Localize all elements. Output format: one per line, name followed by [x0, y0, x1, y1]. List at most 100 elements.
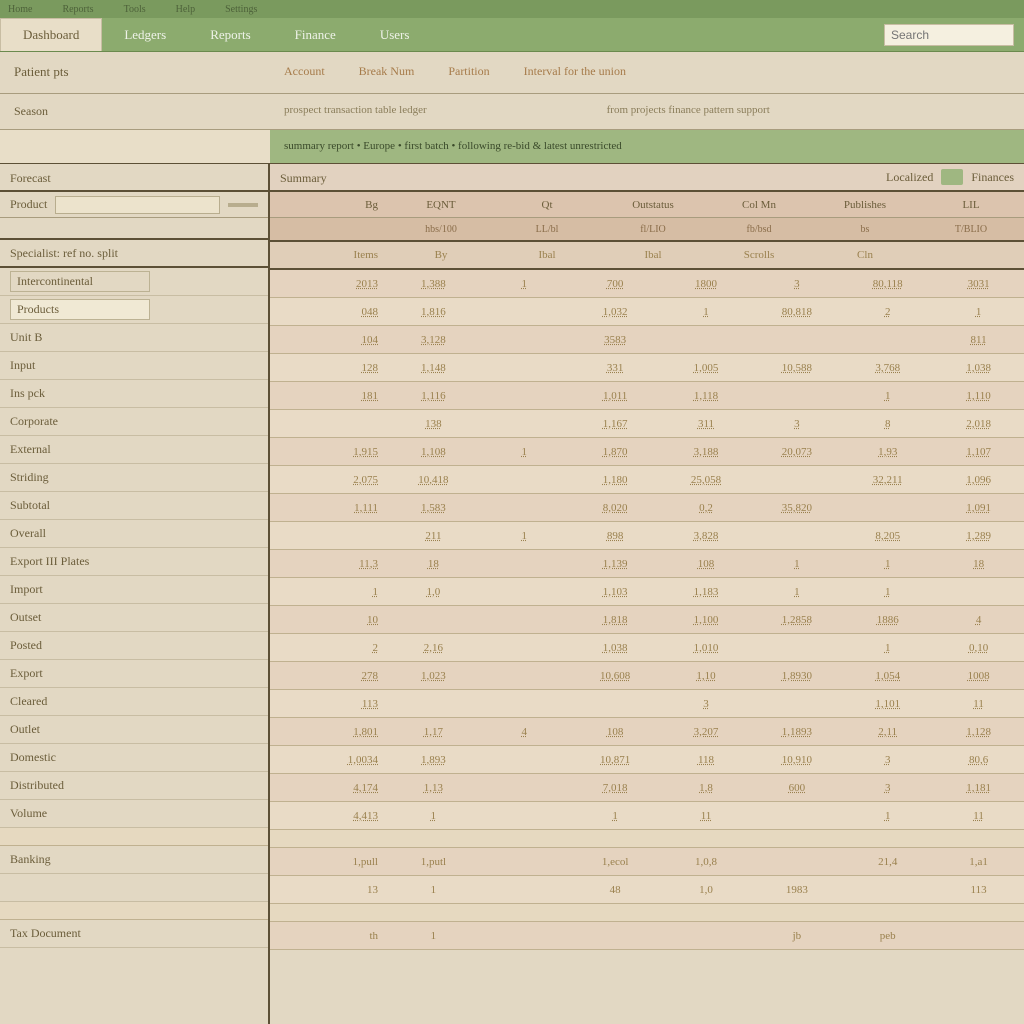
sidebar-section: Specialist: ref no. split: [0, 240, 268, 268]
table-header-right-a: Localized: [886, 170, 933, 185]
sidebar: Forecast Product Specialist: ref no. spl…: [0, 164, 270, 1024]
table-header-right-b: Finances: [971, 170, 1014, 185]
table-row: 1,8011,1741083,2071,18932,111,128: [270, 718, 1024, 746]
sidebar-item[interactable]: Corporate: [0, 408, 268, 436]
sidebar-item[interactable]: Outlet: [0, 716, 268, 744]
table-row: 1381,167311382,018: [270, 410, 1024, 438]
filter-hint-left: prospect transaction table ledger: [284, 104, 427, 119]
table-row: 11,3181,1391081118: [270, 550, 1024, 578]
banner-text: summary report • Europe • first batch • …: [270, 130, 1024, 163]
table-row: 4,1741,137,0181,860031,181: [270, 774, 1024, 802]
filter-hints: prospect transaction table ledger from p…: [270, 94, 1024, 129]
sidebar-item[interactable]: Import: [0, 576, 268, 604]
sidebar-item[interactable]: Export III Plates: [0, 548, 268, 576]
subhead-link[interactable]: Break Num: [359, 64, 415, 81]
col-h[interactable]: Bg: [270, 192, 388, 217]
sidebar-filter: Product: [0, 192, 268, 218]
top-menu-item[interactable]: Reports: [62, 4, 93, 15]
table-row: 2,07510,4181,18025,05832,2111,096: [270, 466, 1024, 494]
table-sub-header: hbs/100 LL/bl fl/LIO fb/bsd bs T/BLIO: [270, 218, 1024, 242]
sidebar-filter-bar-icon: [228, 203, 258, 207]
sub-header: Patient pts Account Break Num Partition …: [0, 52, 1024, 94]
main-area: Forecast Product Specialist: ref no. spl…: [0, 164, 1024, 1024]
col-h[interactable]: Qt: [494, 192, 600, 217]
nav-tab-reports[interactable]: Reports: [188, 18, 272, 51]
table-row: 20131,38817001800380,1183031: [270, 270, 1024, 298]
top-menu-item[interactable]: Tools: [124, 4, 146, 15]
col-sh: LL/bl: [494, 218, 600, 240]
sidebar-item[interactable]: Products: [0, 296, 268, 324]
nav-tab-dashboard[interactable]: Dashboard: [0, 18, 102, 51]
table-row: th 1 jb peb: [270, 922, 1024, 950]
sidebar-item[interactable]: External: [0, 436, 268, 464]
sidebar-item[interactable]: Distributed: [0, 772, 268, 800]
sidebar-item[interactable]: Input: [0, 352, 268, 380]
sidebar-item[interactable]: Volume: [0, 800, 268, 828]
main-nav: Dashboard Ledgers Reports Finance Users: [0, 18, 1024, 52]
sidebar-item[interactable]: Tax Document: [0, 920, 268, 948]
sidebar-item[interactable]: Outset: [0, 604, 268, 632]
table-row: 1281,1483311,00510,5883,7681,038: [270, 354, 1024, 382]
search-input[interactable]: [884, 24, 1014, 46]
col-sh: bs: [812, 218, 918, 240]
col-sh: T/BLIO: [918, 218, 1024, 240]
col-h[interactable]: EQNT: [388, 192, 494, 217]
table-row: 2781,02310,6081,101,89301,0541008: [270, 662, 1024, 690]
table-row: 131481,01983113: [270, 876, 1024, 904]
sidebar-item[interactable]: Domestic: [0, 744, 268, 772]
nav-tab-finance[interactable]: Finance: [273, 18, 358, 51]
table-row: 1811,1161,0111,11811,110: [270, 382, 1024, 410]
table-row: 1,9151,10811,8703,18820,0731,931,107: [270, 438, 1024, 466]
sidebar-item[interactable]: [0, 874, 268, 902]
sidebar-item[interactable]: Subtotal: [0, 492, 268, 520]
table-row: Items By Ibal Ibal Scrolls Cln: [270, 242, 1024, 270]
sidebar-item[interactable]: Banking: [0, 846, 268, 874]
banner-row: summary report • Europe • first batch • …: [0, 130, 1024, 164]
sidebar-header: Forecast: [0, 164, 268, 192]
table-row: 0481,8161,032180,81821: [270, 298, 1024, 326]
col-sh: fb/bsd: [706, 218, 812, 240]
table-row: 22,161,0381,01010,10: [270, 634, 1024, 662]
sidebar-item[interactable]: Striding: [0, 464, 268, 492]
table-row: 4,4131111111: [270, 802, 1024, 830]
sidebar-filter-label: Product: [10, 197, 47, 212]
table-row: 1,00341,89310,87111810,910380,6: [270, 746, 1024, 774]
top-menu-item[interactable]: Home: [8, 4, 32, 15]
table-title: Summary: [270, 164, 388, 190]
nav-tab-users[interactable]: Users: [358, 18, 432, 51]
nav-search-container: [874, 18, 1024, 51]
sidebar-item[interactable]: Posted: [0, 632, 268, 660]
col-h[interactable]: Outstatus: [600, 192, 706, 217]
sidebar-item[interactable]: Intercontinental: [0, 268, 268, 296]
table-row: 1,pull1,putl1,ecol1,0,821,41,a1: [270, 848, 1024, 876]
top-menu-bar: Home Reports Tools Help Settings: [0, 0, 1024, 18]
col-h[interactable]: LIL: [918, 192, 1024, 217]
sidebar-item[interactable]: Overall: [0, 520, 268, 548]
col-h[interactable]: Col Mn: [706, 192, 812, 217]
table-header: Summary Localized Finances: [270, 164, 1024, 192]
table-row: 1,1111,5838,0200,235,8201,091: [270, 494, 1024, 522]
sidebar-item[interactable]: Export: [0, 660, 268, 688]
top-menu-item[interactable]: Help: [176, 4, 195, 15]
subhead-links: Account Break Num Partition Interval for…: [270, 52, 1024, 93]
filter-hint-right: from projects finance pattern support: [607, 104, 770, 119]
sidebar-item[interactable]: Cleared: [0, 688, 268, 716]
subhead-link[interactable]: Account: [284, 64, 325, 81]
top-menu-item[interactable]: Settings: [225, 4, 257, 15]
nav-tab-ledgers[interactable]: Ledgers: [102, 18, 188, 51]
table-row: 21118983,8288,2051,289: [270, 522, 1024, 550]
subhead-link[interactable]: Interval for the union: [524, 64, 626, 81]
col-sh: fl/LIO: [600, 218, 706, 240]
subhead-link[interactable]: Partition: [448, 64, 489, 81]
sidebar-filter-input[interactable]: [55, 196, 220, 214]
filter-label: Season: [0, 94, 270, 129]
col-h[interactable]: Publishes: [812, 192, 918, 217]
table-row: 11331,10111: [270, 690, 1024, 718]
table-row: 101,8181,1001,285818864: [270, 606, 1024, 634]
sidebar-item[interactable]: Unit B: [0, 324, 268, 352]
table-col-header: Bg EQNT Qt Outstatus Col Mn Publishes LI…: [270, 192, 1024, 218]
sidebar-item[interactable]: Ins pck: [0, 380, 268, 408]
sidebar-header-title: Forecast: [0, 164, 61, 190]
status-badge-icon: [941, 169, 963, 185]
content-area: Summary Localized Finances Bg EQNT Qt Ou…: [270, 164, 1024, 1024]
